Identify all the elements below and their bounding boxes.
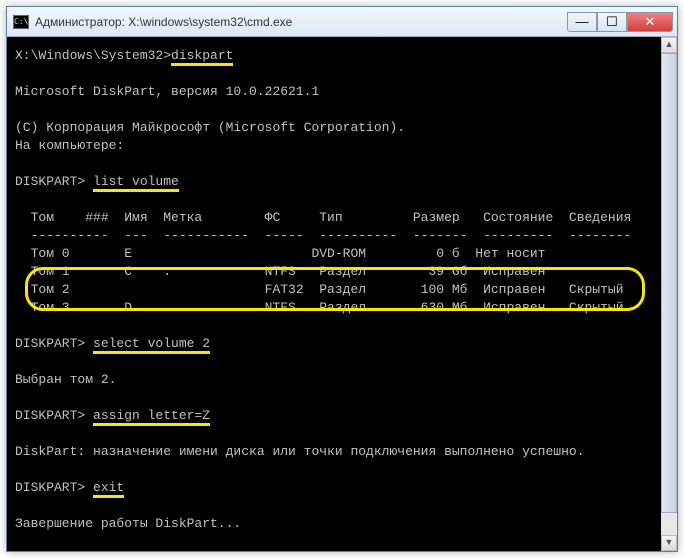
prompt: X:\Windows\System32> [15,48,171,63]
minimize-button[interactable]: — [567,12,597,32]
prompt-line: DISKPART> assign letter=Z [15,407,669,425]
window-title: Администратор: X:\windows\system32\cmd.e… [35,15,567,29]
prompt-line: DISKPART> select volume 2 [15,335,669,353]
cmd-exit: exit [93,480,124,498]
output-line: Microsoft DiskPart, версия 10.0.22621.1 [15,83,669,101]
cmd-assign-letter: assign letter=Z [93,408,210,426]
diskpart-prompt: DISKPART> [15,408,93,423]
scroll-thumb[interactable] [661,53,677,513]
vertical-scrollbar[interactable]: ▲ ▼ [661,37,677,551]
diskpart-prompt: DISKPART> [15,336,93,351]
cmd-window: C:\ Администратор: X:\windows\system32\c… [6,6,678,552]
titlebar[interactable]: C:\ Администратор: X:\windows\system32\c… [7,7,677,37]
scroll-up-button[interactable]: ▲ [661,37,677,53]
close-button[interactable]: ✕ [627,12,673,32]
table-row: Том 1 C . NTFS Раздел 39 Gб Исправен [15,263,669,281]
cmd-diskpart: diskpart [171,48,233,66]
output-line: Завершение работы DiskPart... [15,515,669,533]
cmd-list-volume: list volume [93,174,179,192]
cmd-icon: C:\ [13,15,29,29]
terminal-output[interactable]: X:\Windows\System32>diskpart Microsoft D… [7,37,677,551]
table-row: Том 2 FAT32 Раздел 100 Мб Исправен Скрыт… [15,281,669,299]
table-row: Том 3 D NTFS Раздел 630 Мб Исправен Скры… [15,299,669,317]
maximize-button[interactable]: ☐ [597,12,627,32]
output-line: (C) Корпорация Майкрософт (Microsoft Cor… [15,119,669,137]
output-line: На компьютере: [15,137,669,155]
diskpart-prompt: DISKPART> [15,174,93,189]
cmd-select-volume: select volume 2 [93,336,210,354]
output-line: Выбран том 2. [15,371,669,389]
table-row: Том 0 E DVD-ROM 0 б Нет носит [15,245,669,263]
table-header: Том ### Имя Метка ФС Тип Размер Состояни… [15,209,669,227]
prompt-line: X:\Windows\System32>diskpart [15,47,669,65]
scroll-down-button[interactable]: ▼ [661,535,677,551]
diskpart-prompt: DISKPART> [15,480,93,495]
output-line: DiskPart: назначение имени диска или точ… [15,443,669,461]
prompt-line: DISKPART> list volume [15,173,669,191]
table-divider: ---------- --- ----------- ----- -------… [15,227,669,245]
prompt-line: DISKPART> exit [15,479,669,497]
window-controls: — ☐ ✕ [567,12,673,32]
